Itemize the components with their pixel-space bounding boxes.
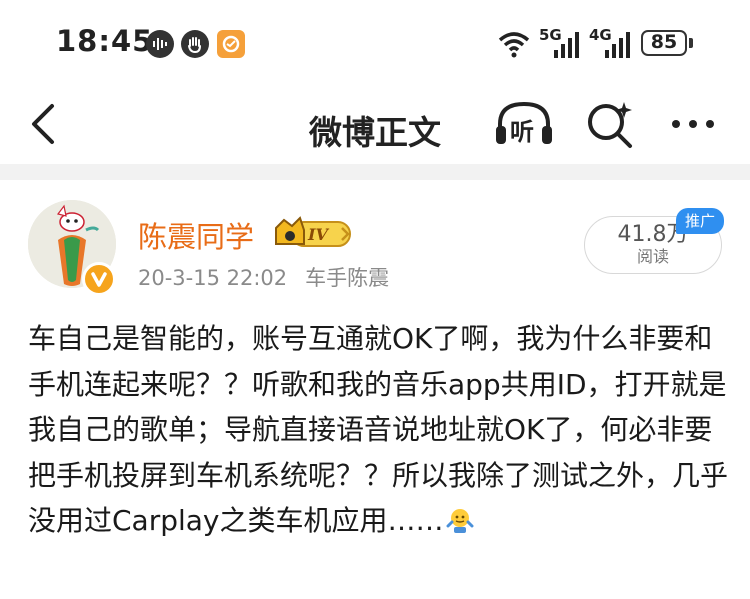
verified-badge-icon [82, 262, 116, 296]
vip-crown-badge-icon[interactable]: IV [272, 214, 354, 252]
promote-button[interactable]: 推广 [676, 208, 724, 234]
search-icon[interactable] [584, 98, 636, 150]
clock: 18:45 [56, 24, 154, 58]
username[interactable]: 陈震同学 [138, 214, 254, 256]
vip-level: IV [307, 225, 329, 244]
app-notification-icon [217, 30, 245, 58]
signal-2-icon [605, 32, 630, 58]
post-meta: 20-3-15 22:02 车手陈震 [138, 262, 389, 292]
hand-icon [181, 30, 209, 58]
page-title: 微博正文 [309, 113, 441, 152]
shrug-emoji-icon [446, 509, 474, 533]
listen-label: 听 [510, 118, 534, 146]
more-icon[interactable] [668, 102, 718, 146]
post-source: 车手陈震 [305, 266, 390, 290]
reads-label: 阅读 [636, 247, 669, 266]
voice-wave-icon [146, 30, 174, 58]
status-bar: 18:45 5G 4G 85 [0, 0, 750, 88]
section-divider [0, 164, 750, 180]
nav-bar: 微博正文 听 [0, 88, 750, 164]
signal-1-icon [554, 32, 579, 58]
post-date: 20-3-15 22:02 [138, 266, 288, 290]
post-text: 车自己是智能的，账号互通就OK了啊，我为什么非要和手机连起来呢？？听歌和我的音乐… [28, 322, 729, 537]
listen-button[interactable]: 听 [494, 98, 554, 150]
battery-indicator: 85 [641, 30, 687, 56]
wifi-icon [498, 32, 530, 58]
post-text-block: 车自己是智能的，账号互通就OK了啊，我为什么非要和手机连起来呢？？听歌和我的音乐… [28, 316, 728, 544]
battery-tip [689, 38, 693, 48]
